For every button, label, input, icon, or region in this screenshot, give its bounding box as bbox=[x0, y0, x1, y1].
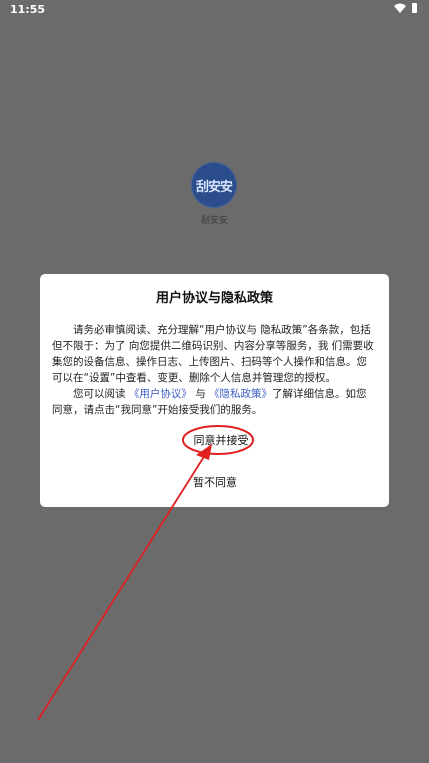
dialog-title: 用户协议与隐私政策 bbox=[155, 291, 273, 306]
status-bar: 11:55 bbox=[0, 0, 429, 20]
user-agreement-link[interactable]: 《用户协议》 bbox=[129, 388, 192, 400]
status-time: 11:55 bbox=[10, 3, 46, 16]
privacy-dialog: 用户协议与隐私政策 请务必审慎阅读、充分理解“用户协议与 隐私政策”各条款，包括… bbox=[40, 274, 389, 507]
accept-button[interactable]: 同意并接受 bbox=[185, 429, 257, 451]
paragraph-2-prefix: 您可以阅读 bbox=[73, 388, 126, 400]
app-logo-text: 刮安安 bbox=[195, 179, 233, 195]
decline-button[interactable]: 暂不同意 bbox=[175, 474, 255, 489]
battery-icon bbox=[412, 3, 417, 13]
app-name: 刮安安 bbox=[200, 216, 228, 226]
dialog-paragraph-2: 您可以阅读 《用户协议》 与 《隐私政策》了解详细信息。如您同意，请点击“我同意… bbox=[52, 386, 377, 418]
app-logo: 刮安安 bbox=[191, 162, 237, 208]
paragraph-2-and: 与 bbox=[195, 388, 206, 400]
wifi-icon bbox=[394, 3, 406, 13]
status-icons bbox=[394, 3, 417, 13]
dialog-paragraph-1: 请务必审慎阅读、充分理解“用户协议与 隐私政策”各条款，包括但不限于：为了 向您… bbox=[52, 324, 374, 384]
screen: 11:55 刮安安 刮安安 用户协议与隐私政策 请务必审慎阅读、充分理解“用户协… bbox=[0, 0, 429, 763]
privacy-policy-link[interactable]: 《隐私政策》 bbox=[209, 388, 272, 400]
